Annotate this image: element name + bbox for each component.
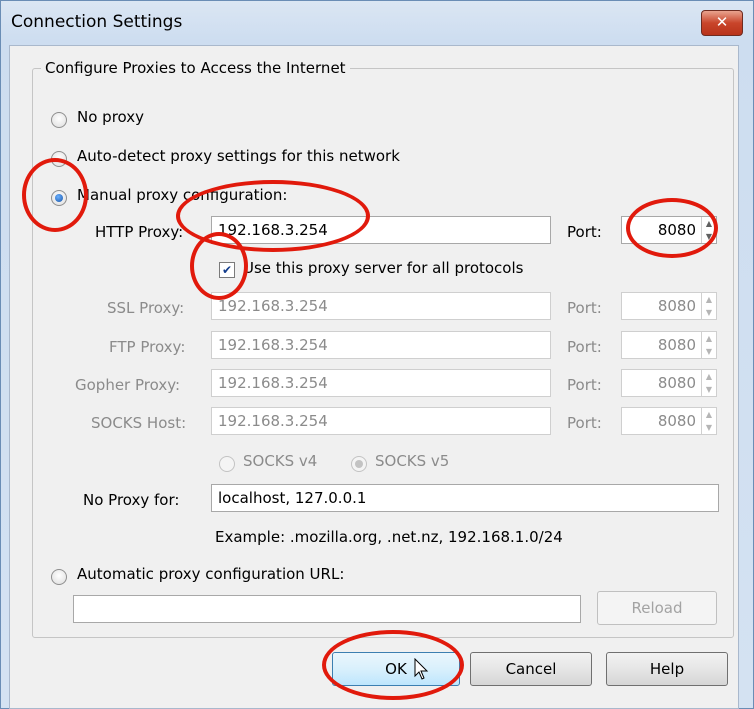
http-port-input[interactable]: 8080 ▲ ▼: [621, 216, 717, 244]
socks-port-value: 8080: [657, 412, 696, 430]
title-bar[interactable]: Connection Settings ✕: [1, 1, 753, 47]
use-for-all-label[interactable]: Use this proxy server for all protocols: [243, 259, 523, 277]
spin-down-icon[interactable]: ▼: [702, 230, 716, 243]
window-title: Connection Settings: [11, 12, 183, 32]
use-for-all-checkbox[interactable]: ✔: [219, 262, 235, 278]
manual-proxy-label[interactable]: Manual proxy configuration:: [77, 186, 287, 204]
no-proxy-radio[interactable]: [51, 112, 67, 128]
socks-host-label: SOCKS Host:: [91, 414, 187, 432]
checkmark-icon: ✔: [221, 263, 233, 277]
dialog-body: Configure Proxies to Access the Internet…: [9, 45, 739, 709]
socks-v4-label[interactable]: SOCKS v4: [243, 452, 317, 470]
ftp-proxy-input[interactable]: 192.168.3.254: [211, 331, 551, 359]
close-icon: ✕: [715, 13, 729, 31]
gopher-proxy-input[interactable]: 192.168.3.254: [211, 369, 551, 397]
socks-port-spinner[interactable]: ▲ ▼: [701, 408, 716, 434]
spin-up-icon[interactable]: ▲: [702, 217, 716, 230]
ssl-proxy-input[interactable]: 192.168.3.254: [211, 292, 551, 320]
socks-host-input[interactable]: 192.168.3.254: [211, 407, 551, 435]
connection-settings-window: Connection Settings ✕ Configure Proxies …: [0, 0, 754, 709]
ssl-port-value: 8080: [657, 297, 696, 315]
ftp-proxy-label: FTP Proxy:: [109, 338, 186, 356]
spin-down-icon[interactable]: ▼: [702, 383, 716, 396]
help-button[interactable]: Help: [606, 652, 728, 686]
gopher-port-input[interactable]: 8080 ▲ ▼: [621, 369, 717, 397]
ssl-port-spinner[interactable]: ▲ ▼: [701, 293, 716, 319]
ftp-port-input[interactable]: 8080 ▲ ▼: [621, 331, 717, 359]
mouse-cursor-icon: [414, 658, 429, 680]
proxy-config-group: Configure Proxies to Access the Internet…: [32, 59, 734, 638]
http-proxy-label: HTTP Proxy:: [95, 223, 184, 241]
group-legend: Configure Proxies to Access the Internet: [41, 59, 350, 77]
spin-down-icon[interactable]: ▼: [702, 306, 716, 319]
auto-url-label[interactable]: Automatic proxy configuration URL:: [77, 565, 344, 583]
reload-button[interactable]: Reload: [597, 591, 717, 625]
ssl-port-label: Port:: [567, 299, 602, 317]
ok-button[interactable]: OK: [332, 652, 460, 686]
ftp-port-label: Port:: [567, 338, 602, 356]
ssl-proxy-label: SSL Proxy:: [107, 299, 185, 317]
http-port-label: Port:: [567, 223, 602, 241]
auto-url-radio[interactable]: [51, 569, 67, 585]
socks-port-input[interactable]: 8080 ▲ ▼: [621, 407, 717, 435]
manual-proxy-radio[interactable]: [51, 190, 67, 206]
cancel-button[interactable]: Cancel: [470, 652, 592, 686]
gopher-port-value: 8080: [657, 374, 696, 392]
http-proxy-input[interactable]: 192.168.3.254: [211, 216, 551, 244]
no-proxy-label[interactable]: No proxy: [77, 108, 144, 126]
gopher-port-label: Port:: [567, 376, 602, 394]
spin-up-icon[interactable]: ▲: [702, 408, 716, 421]
spin-down-icon[interactable]: ▼: [702, 345, 716, 358]
spin-up-icon[interactable]: ▲: [702, 332, 716, 345]
ssl-port-input[interactable]: 8080 ▲ ▼: [621, 292, 717, 320]
spin-up-icon[interactable]: ▲: [702, 370, 716, 383]
no-proxy-for-input[interactable]: localhost, 127.0.0.1: [211, 484, 719, 512]
ftp-port-value: 8080: [657, 336, 696, 354]
no-proxy-example: Example: .mozilla.org, .net.nz, 192.168.…: [215, 528, 563, 546]
socks-port-label: Port:: [567, 414, 602, 432]
socks-v5-label[interactable]: SOCKS v5: [375, 452, 449, 470]
ftp-port-spinner[interactable]: ▲ ▼: [701, 332, 716, 358]
spin-down-icon[interactable]: ▼: [702, 421, 716, 434]
no-proxy-for-label: No Proxy for:: [83, 491, 180, 509]
close-button[interactable]: ✕: [701, 10, 743, 36]
gopher-port-spinner[interactable]: ▲ ▼: [701, 370, 716, 396]
auto-url-input[interactable]: [73, 595, 581, 623]
auto-detect-label[interactable]: Auto-detect proxy settings for this netw…: [77, 147, 400, 165]
http-port-value: 8080: [657, 221, 696, 239]
http-port-spinner[interactable]: ▲ ▼: [701, 217, 716, 243]
socks-v4-radio[interactable]: [219, 456, 235, 472]
socks-v5-radio[interactable]: [351, 456, 367, 472]
auto-detect-radio[interactable]: [51, 151, 67, 167]
spin-up-icon[interactable]: ▲: [702, 293, 716, 306]
gopher-proxy-label: Gopher Proxy:: [75, 376, 181, 394]
